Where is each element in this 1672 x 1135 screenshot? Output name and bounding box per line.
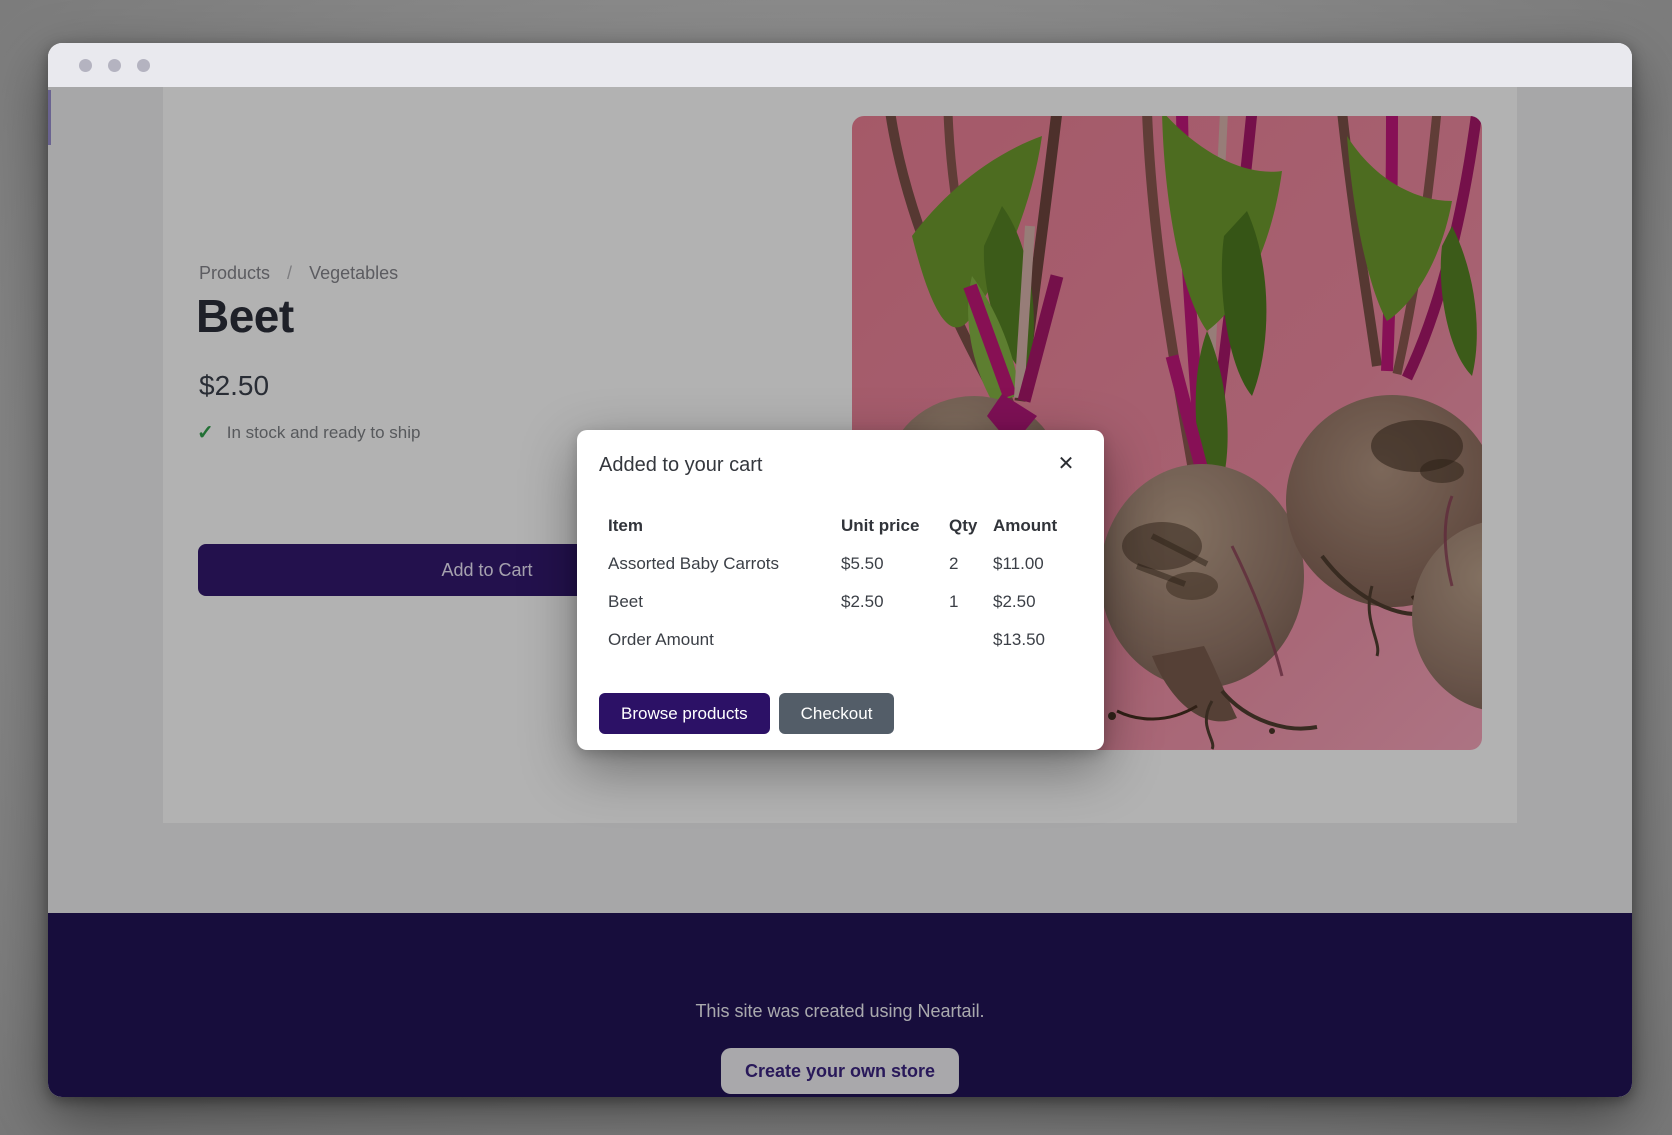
cart-modal-title: Added to your cart: [599, 454, 1082, 477]
cell-unit-price: $2.50: [841, 592, 949, 612]
cart-modal-actions: Browse products Checkout: [599, 693, 894, 734]
cell-amount: $13.50: [993, 630, 1082, 650]
window-control-dot[interactable]: [108, 59, 121, 72]
window-control-dot[interactable]: [137, 59, 150, 72]
cart-modal: Added to your cart ✕ Item Unit price Qty…: [577, 430, 1104, 750]
cart-row-carrots: Assorted Baby Carrots $5.50 2 $11.00: [599, 545, 1082, 583]
desktop-background: Products / Vegetables Beet $2.50 ✓ In st…: [0, 0, 1672, 1135]
col-header-qty: Qty: [949, 516, 993, 536]
cell-unit-price: $5.50: [841, 554, 949, 574]
col-header-unit-price: Unit price: [841, 516, 949, 536]
cell-qty: 1: [949, 592, 993, 612]
cart-table: Item Unit price Qty Amount Assorted Baby…: [599, 507, 1082, 659]
store-page: Products / Vegetables Beet $2.50 ✓ In st…: [48, 87, 1632, 1097]
window-control-dot[interactable]: [79, 59, 92, 72]
cell-amount: $11.00: [993, 554, 1082, 574]
close-icon[interactable]: ✕: [1052, 450, 1080, 478]
cart-table-header-row: Item Unit price Qty Amount: [599, 507, 1082, 545]
window-titlebar: [48, 43, 1632, 87]
cell-amount: $2.50: [993, 592, 1082, 612]
cart-row-total: Order Amount $13.50: [599, 621, 1082, 659]
col-header-item: Item: [599, 516, 841, 536]
cart-row-beet: Beet $2.50 1 $2.50: [599, 583, 1082, 621]
checkout-button[interactable]: Checkout: [779, 693, 895, 734]
browse-products-button[interactable]: Browse products: [599, 693, 770, 734]
cell-item: Beet: [599, 592, 841, 612]
col-header-amount: Amount: [993, 516, 1082, 536]
cell-qty: 2: [949, 554, 993, 574]
cell-item: Assorted Baby Carrots: [599, 554, 841, 574]
cell-item: Order Amount: [599, 630, 841, 650]
browser-window: Products / Vegetables Beet $2.50 ✓ In st…: [48, 43, 1632, 1097]
